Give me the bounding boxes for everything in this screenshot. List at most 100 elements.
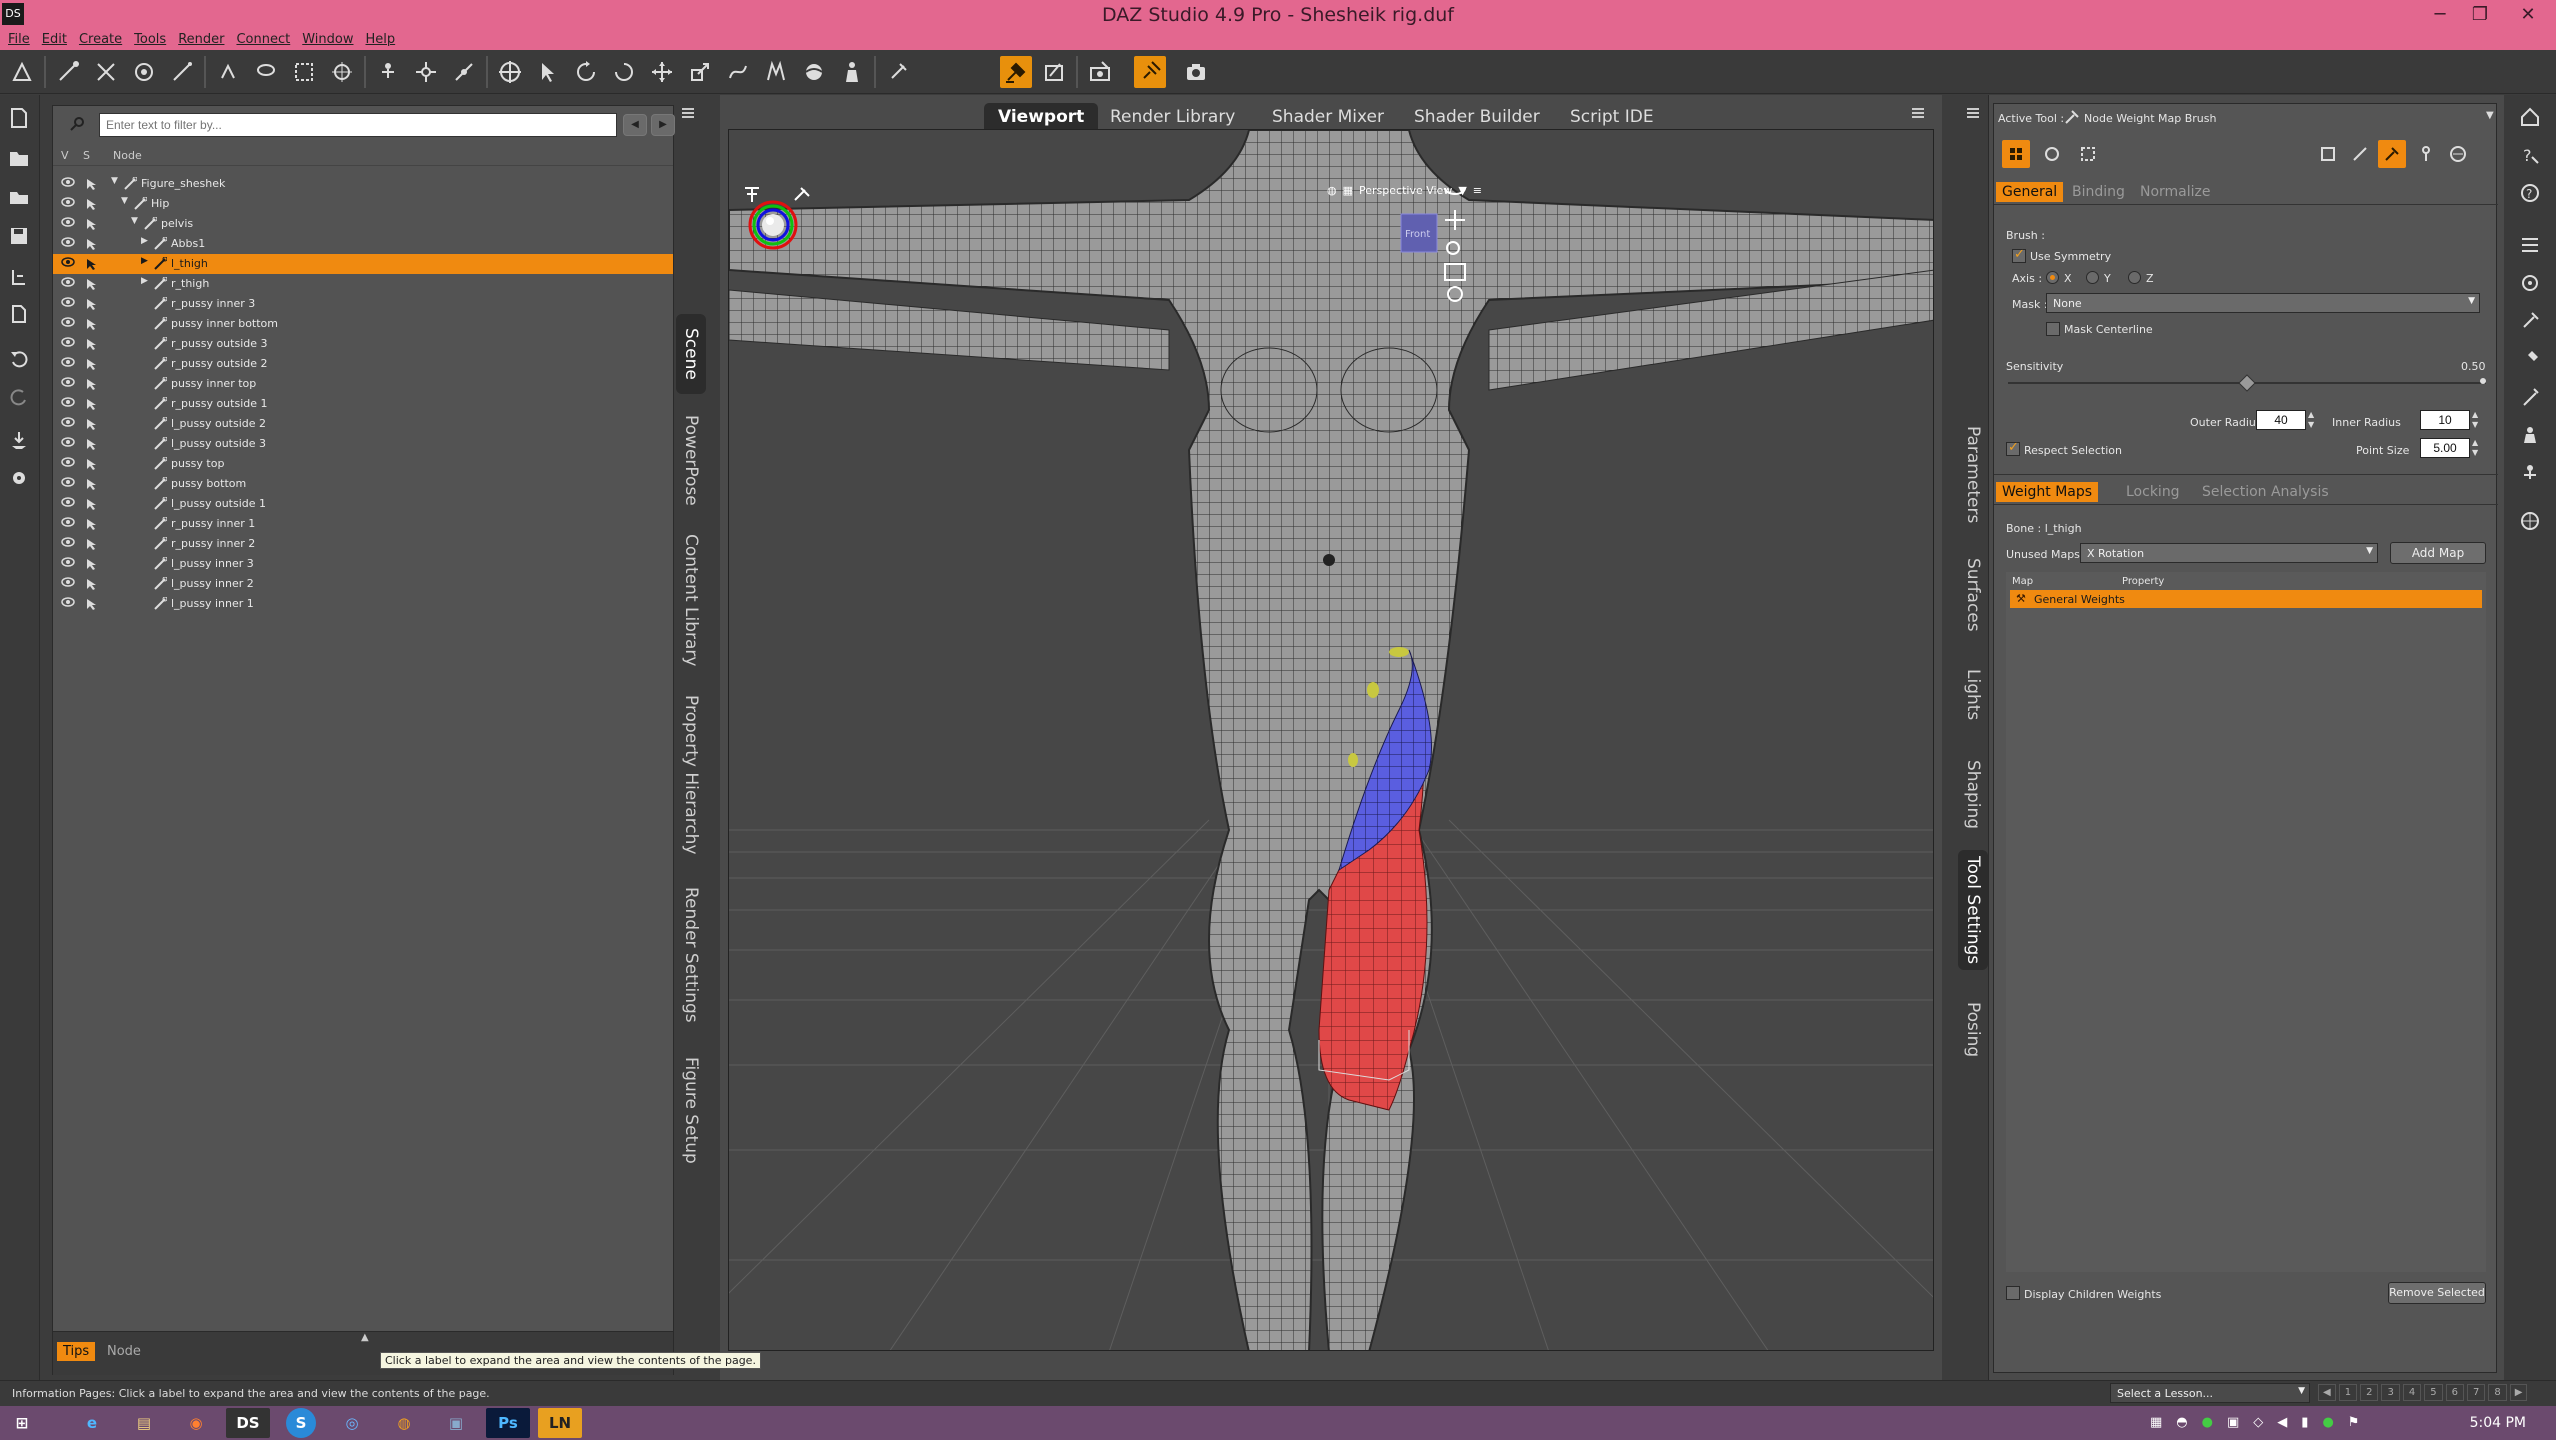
chevron-down-icon[interactable]: ▼: [121, 196, 128, 206]
menu-create[interactable]: Create: [75, 30, 130, 50]
scene-tree-row[interactable]: r_pussy inner 2: [53, 534, 673, 554]
visibility-eye-icon[interactable]: [61, 197, 75, 210]
scene-filter-input[interactable]: [99, 113, 617, 137]
mask-select[interactable]: None ▼: [2046, 293, 2480, 313]
visibility-eye-icon[interactable]: [61, 377, 75, 390]
tab-powerpose[interactable]: PowerPose: [676, 410, 706, 510]
selectable-arrow-icon[interactable]: [85, 537, 99, 554]
close-button[interactable]: ✕: [2500, 0, 2556, 30]
figure-icon[interactable]: [2516, 421, 2544, 449]
joint-icon[interactable]: [2412, 140, 2440, 168]
rotate-2-icon[interactable]: [608, 56, 640, 88]
tab-tool-settings[interactable]: Tool Settings: [1958, 850, 1988, 970]
chevron-right-icon[interactable]: ▶: [141, 236, 148, 246]
visibility-eye-icon[interactable]: [61, 397, 75, 410]
save-icon[interactable]: [4, 221, 34, 251]
lesson-forward-icon[interactable]: ▶: [2509, 1384, 2528, 1401]
tool-menu-chevron-icon[interactable]: ▼: [2486, 110, 2494, 121]
selectable-arrow-icon[interactable]: [85, 597, 99, 614]
keyboard-icon[interactable]: ▦: [2150, 1415, 2162, 1430]
tab-content-library[interactable]: Content Library: [676, 530, 706, 670]
visibility-eye-icon[interactable]: [61, 417, 75, 430]
paint-mode-icon[interactable]: [2002, 140, 2030, 168]
geometry-editor-icon[interactable]: [128, 56, 160, 88]
volume-icon[interactable]: ◀: [2277, 1415, 2287, 1430]
use-symmetry-checkbox[interactable]: [2012, 247, 2026, 263]
inner-radius-stepper[interactable]: ▲ ▼: [2472, 410, 2478, 430]
lesson-select[interactable]: Select a Lesson... ▼: [2110, 1383, 2310, 1403]
axis-x-radio[interactable]: [2046, 271, 2059, 284]
selectable-arrow-icon[interactable]: [85, 497, 99, 514]
selectable-arrow-icon[interactable]: [85, 277, 99, 294]
pin-tool-icon[interactable]: [1134, 56, 1166, 88]
scene-tree-row[interactable]: l_pussy outside 2: [53, 414, 673, 434]
panel-menu-icon[interactable]: [1965, 105, 1981, 124]
selectable-arrow-icon[interactable]: [85, 297, 99, 314]
ln-tray-icon[interactable]: ▣: [2227, 1415, 2239, 1430]
rect-select-icon[interactable]: [288, 56, 320, 88]
lesson-step[interactable]: 8: [2488, 1384, 2507, 1401]
visibility-eye-icon[interactable]: [61, 277, 75, 290]
camera-tool-icon[interactable]: [1084, 56, 1116, 88]
visibility-eye-icon[interactable]: [61, 557, 75, 570]
tab-property-hierarchy[interactable]: Property Hierarchy: [676, 690, 706, 860]
pose-tool-icon[interactable]: [372, 56, 404, 88]
flag-icon[interactable]: ⚑: [2348, 1415, 2360, 1430]
joint-editor-icon[interactable]: [52, 56, 84, 88]
tab-shader-builder[interactable]: Shader Builder: [1400, 103, 1554, 129]
chevron-down-icon[interactable]: ▼: [111, 176, 118, 186]
tab-viewport[interactable]: Viewport: [984, 103, 1099, 129]
edge-select-icon[interactable]: [90, 56, 122, 88]
selectable-arrow-icon[interactable]: [85, 237, 99, 254]
scene-tree-row[interactable]: l_pussy outside 1: [53, 494, 673, 514]
import-icon[interactable]: [4, 261, 34, 291]
universal-manipulator-icon[interactable]: [494, 56, 526, 88]
drop-to-floor-icon[interactable]: [4, 425, 34, 455]
menu-window[interactable]: Window: [298, 30, 361, 50]
active-pose-icon[interactable]: [760, 56, 792, 88]
axis-z-radio[interactable]: [2128, 271, 2141, 284]
scene-tree-row[interactable]: ▼ Hip: [53, 194, 673, 214]
home-icon[interactable]: [2516, 103, 2544, 131]
universal-tool-icon[interactable]: [410, 56, 442, 88]
visibility-eye-icon[interactable]: [61, 337, 75, 350]
list-icon[interactable]: [2516, 231, 2544, 259]
visibility-eye-icon[interactable]: [61, 577, 75, 590]
lesson-step[interactable]: 1: [2338, 1384, 2358, 1401]
outer-radius-input[interactable]: [2256, 410, 2306, 430]
undo-icon[interactable]: [4, 343, 34, 373]
network-icon[interactable]: ▮: [2301, 1415, 2308, 1430]
visibility-eye-icon[interactable]: [61, 437, 75, 450]
scene-tree-row[interactable]: ▶ l_thigh: [53, 254, 673, 274]
selectable-arrow-icon[interactable]: [85, 337, 99, 354]
weight-brush-active-icon[interactable]: [2378, 140, 2406, 168]
minimize-button[interactable]: ─: [2420, 0, 2460, 30]
selectable-arrow-icon[interactable]: [85, 357, 99, 374]
tab-lights[interactable]: Lights: [1958, 660, 1988, 730]
tab-selection-analysis[interactable]: Selection Analysis: [2196, 482, 2335, 502]
visibility-eye-icon[interactable]: [61, 597, 75, 610]
scene-tree-row[interactable]: r_pussy inner 3: [53, 294, 673, 314]
lesson-step[interactable]: 6: [2445, 1384, 2464, 1401]
tab-locking[interactable]: Locking: [2120, 482, 2186, 502]
redo-icon[interactable]: [4, 381, 34, 411]
select-mode-icon[interactable]: [2074, 140, 2102, 168]
scene-tree-row[interactable]: pussy inner top: [53, 374, 673, 394]
weight-brush-icon[interactable]: [882, 56, 914, 88]
figure-pose-icon[interactable]: [836, 56, 868, 88]
ln-taskbar-icon[interactable]: LN: [538, 1408, 582, 1438]
blender-taskbar-icon[interactable]: ◍: [382, 1408, 426, 1438]
rotate-icon[interactable]: [570, 56, 602, 88]
globe-icon[interactable]: ◍: [1327, 184, 1337, 197]
chevron-right-icon[interactable]: ▶: [141, 276, 148, 286]
add-map-button[interactable]: Add Map: [2390, 542, 2486, 564]
tab-tips[interactable]: Tips: [57, 1342, 96, 1361]
dropbox-icon[interactable]: ◇: [2253, 1415, 2263, 1430]
scene-tree-row[interactable]: l_pussy outside 3: [53, 434, 673, 454]
tab-script-ide[interactable]: Script IDE: [1556, 103, 1668, 129]
3d-viewport[interactable]: Front ◍ ▦ Perspective View ▼ ≡: [728, 129, 1934, 1351]
visibility-eye-icon[interactable]: [61, 217, 75, 230]
surface-selection-icon[interactable]: [166, 56, 198, 88]
merge-folder-icon[interactable]: [4, 181, 34, 211]
spray-icon[interactable]: [2516, 383, 2544, 411]
